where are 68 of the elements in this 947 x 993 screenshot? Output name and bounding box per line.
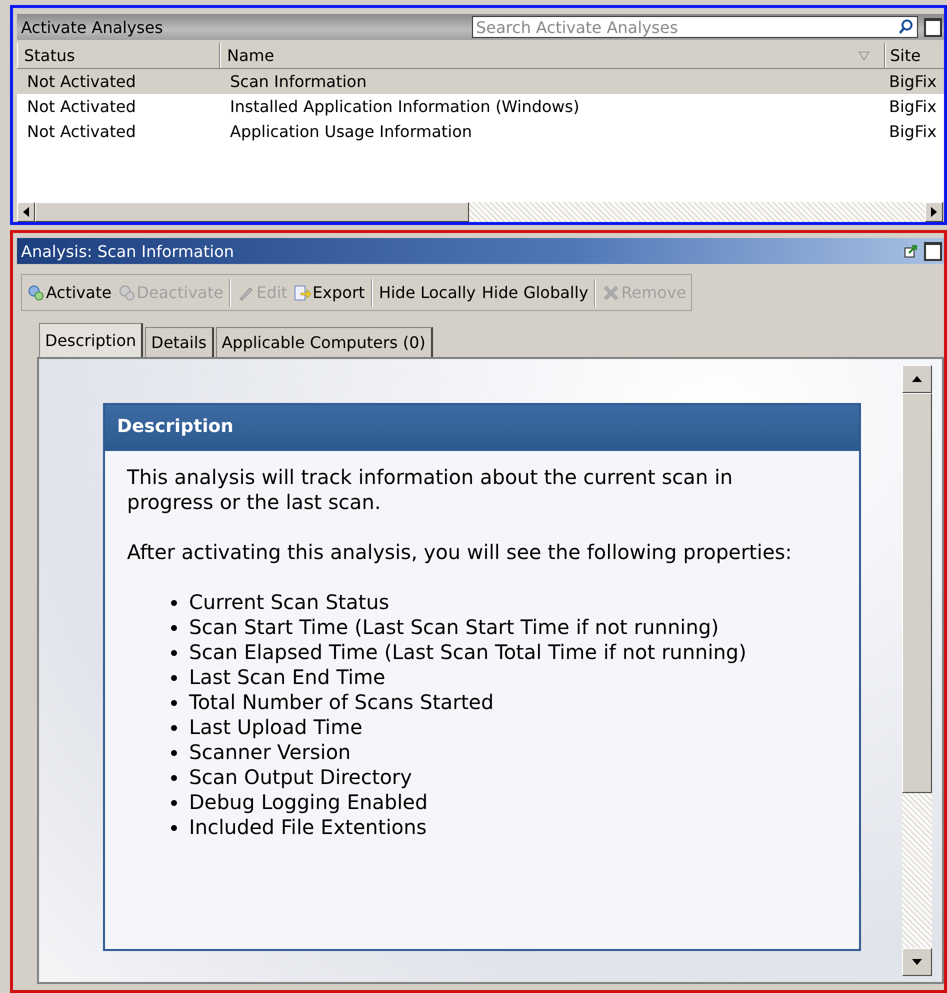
undock-icon [904, 244, 918, 258]
bullet-icon [171, 774, 177, 780]
scrollbar-thumb[interactable] [35, 202, 469, 222]
list-item: Scan Start Time (Last Scan Start Time if not running) [189, 615, 719, 640]
bullet-icon [171, 800, 177, 806]
table-cell-text: Not Activated [26, 72, 137, 91]
paragraph: This analysis will track information about the current scan in progress or the last scan. [127, 465, 734, 515]
right-arrow-icon [931, 207, 937, 217]
bullet-icon [171, 724, 177, 730]
analysis-icon [27, 284, 45, 302]
scrollbar-thumb[interactable] [902, 393, 932, 793]
column-header[interactable]: Site [885, 43, 944, 68]
table-cell-text: BigFix [888, 97, 938, 116]
toolbar-button[interactable]: Export [290, 278, 368, 308]
list-item: Scan Elapsed Time (Last Scan Total Time if not running) [189, 640, 746, 665]
column-header[interactable]: Status [17, 43, 220, 68]
scroll-right-button[interactable] [925, 202, 943, 222]
bullet-icon [171, 600, 177, 606]
list-item: Current Scan Status [189, 590, 390, 615]
list-item: Last Upload Time [189, 715, 362, 740]
table-row[interactable]: Not Activated Application Usage Information BigFix [17, 119, 944, 144]
table-cell-text: Installed Application Information (Windows) [229, 97, 580, 116]
tab[interactable]: Description [39, 323, 144, 357]
maximize-icon[interactable] [924, 242, 942, 260]
table-row[interactable]: Not Activated Installed Application Information (Windows) BigFix [17, 94, 944, 119]
scroll-up-button[interactable] [902, 365, 932, 393]
bullet-icon [171, 700, 177, 706]
toolbar-button[interactable]: Hide Locally [376, 278, 479, 308]
tab[interactable]: Applicable Computers (0) [216, 327, 432, 357]
list-item: Scan Output Directory [189, 765, 412, 790]
down-arrow-icon [912, 959, 922, 965]
toolbar-button[interactable]: Activate [24, 278, 115, 308]
up-arrow-icon [912, 376, 922, 382]
toolbar-button[interactable]: Hide Globally [478, 278, 592, 308]
document-arrow-icon [293, 284, 312, 302]
list-item: Last Scan End Time [189, 665, 386, 690]
column-header[interactable]: Name [220, 43, 885, 68]
list-item: Included File Extentions [189, 815, 427, 840]
bullet-icon [171, 674, 177, 680]
scroll-down-button[interactable] [902, 948, 932, 976]
table-cell-text: Application Usage Information [229, 122, 474, 141]
x-icon [602, 284, 620, 302]
tab[interactable]: Details [145, 327, 214, 357]
paragraph: After activating this analysis, you will see the following properties: [127, 540, 793, 565]
horizontal-scrollbar[interactable] [17, 201, 943, 222]
vertical-scrollbar[interactable] [902, 365, 932, 976]
bullet-icon [171, 624, 177, 630]
left-arrow-icon [23, 207, 29, 217]
table-cell-text: BigFix [888, 122, 938, 141]
bullet-icon [171, 824, 177, 830]
list-item: Scanner Version [189, 740, 351, 765]
table-row[interactable]: Not Activated Scan Information BigFix [17, 69, 944, 94]
table-cell-text: Not Activated [26, 97, 137, 116]
table-cell-text: BigFix [888, 72, 938, 91]
table-cell-text: Scan Information [229, 72, 368, 91]
search-field[interactable]: Search Activate Analyses [472, 16, 918, 38]
list-item: Debug Logging Enabled [189, 790, 428, 815]
panel-title: Activate Analyses [21, 18, 163, 36]
scroll-left-button[interactable] [17, 202, 35, 222]
analysis-icon [118, 284, 136, 302]
search-icon [898, 19, 914, 35]
table-cell-text: Not Activated [26, 122, 137, 141]
list-item: Total Number of Scans Started [189, 690, 494, 715]
maximize-icon[interactable] [924, 18, 942, 36]
card-heading: Description [105, 405, 859, 451]
panel-title: Analysis: Scan Information [21, 242, 234, 260]
bullet-icon [171, 750, 177, 756]
bullet-icon [171, 650, 177, 656]
